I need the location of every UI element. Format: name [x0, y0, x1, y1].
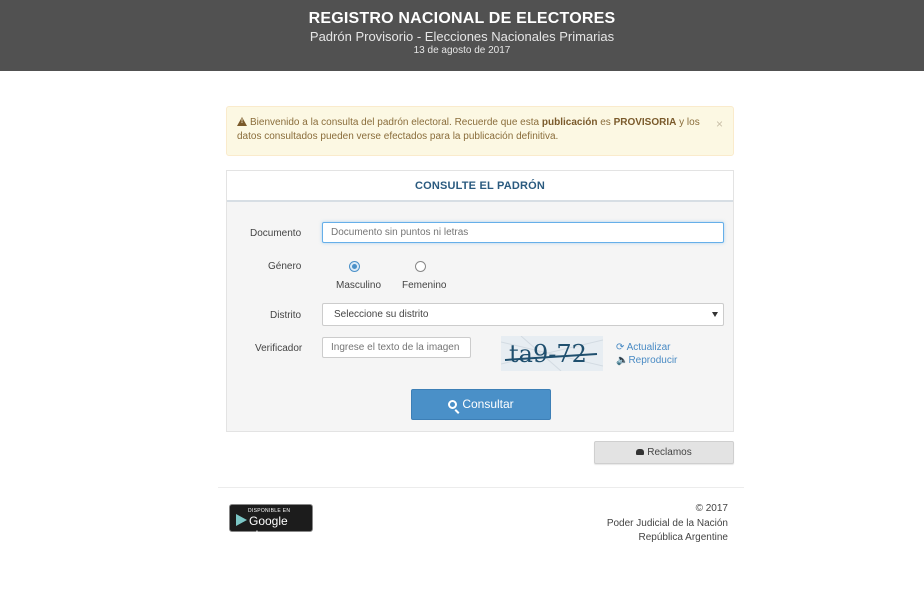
verificador-label: Verificador: [255, 343, 303, 354]
captcha-graphic: ta9-72: [501, 336, 603, 371]
copyright-text: © 2017: [695, 503, 728, 514]
reclamos-button[interactable]: Reclamos: [594, 441, 734, 464]
captcha-links: ⟳ Actualizar 🔈Reproducir: [616, 341, 677, 367]
query-panel: CONSULTE EL PADRÓN Documento Género Masc…: [226, 170, 734, 432]
footer-credits: © 2017 Poder Judicial de la Nación Repúb…: [607, 502, 728, 546]
play-audio-link[interactable]: 🔈Reproducir: [616, 354, 677, 367]
close-icon[interactable]: ×: [716, 117, 723, 131]
footer-country: República Argentine: [638, 532, 728, 543]
play-store-icon: [236, 514, 247, 526]
page-header: REGISTRO NACIONAL DE ELECTORES Padrón Pr…: [0, 0, 924, 71]
distrito-select[interactable]: Seleccione su distrito: [322, 303, 724, 326]
badge-big-text: Google play: [249, 514, 288, 542]
radio-masculino-label: Masculino: [336, 280, 382, 291]
alert-bold-2: PROVISORIA: [613, 117, 677, 128]
verificador-input[interactable]: [322, 337, 471, 358]
page-subtitle: Padrón Provisorio - Elecciones Nacionale…: [309, 29, 615, 44]
radio-masculino[interactable]: [349, 261, 360, 272]
google-play-badge[interactable]: DISPONIBLE EN Google play: [229, 504, 313, 542]
radio-femenino[interactable]: [415, 261, 426, 272]
captcha-image: ta9-72: [501, 336, 603, 371]
documento-label: Documento: [250, 228, 302, 239]
genero-label: Género: [268, 261, 302, 272]
alert-text-2: es: [597, 117, 614, 128]
footer-divider: [218, 487, 744, 488]
refresh-label: Actualizar: [626, 342, 671, 353]
consultar-button[interactable]: Consultar: [411, 389, 551, 420]
consultar-label: Consultar: [462, 397, 514, 411]
documento-input[interactable]: [322, 222, 724, 243]
distrito-select-value: Seleccione su distrito: [334, 309, 429, 320]
page-title: REGISTRO NACIONAL DE ELECTORES: [308, 10, 616, 27]
alert-bold-1: publicación: [541, 117, 598, 128]
alert-text-1: Bienvenido a la consulta del padrón elec…: [250, 117, 542, 128]
reclamos-label: Reclamos: [647, 447, 692, 458]
search-icon: [448, 400, 458, 409]
refresh-link[interactable]: ⟳ Actualizar: [616, 341, 677, 354]
provisional-alert: Bienvenido a la consulta del padrón elec…: [226, 106, 734, 156]
page-date: 13 de agosto de 2017: [413, 45, 511, 56]
distrito-label: Distrito: [270, 310, 302, 321]
radio-femenino-label: Femenino: [402, 280, 447, 291]
play-audio-label: Reproducir: [628, 355, 678, 366]
warning-icon: [237, 117, 247, 126]
panel-title: CONSULTE EL PADRÓN: [227, 171, 733, 202]
caret-down-icon: [712, 312, 718, 317]
captcha-text: ta9-72: [509, 340, 587, 368]
footer-org: Poder Judicial de la Nación: [606, 517, 728, 529]
inbox-icon: [636, 449, 645, 455]
